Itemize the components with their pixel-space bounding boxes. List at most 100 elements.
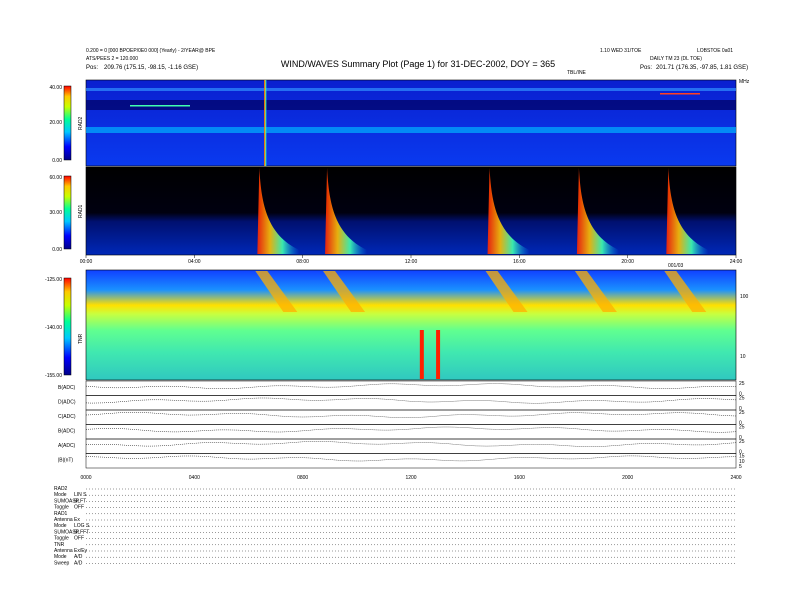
rad2-green-line [130,105,190,107]
plot-title: WIND/WAVES Summary Plot (Page 1) for 31-… [281,59,555,69]
mini-label: TBL/INE [567,70,587,76]
setting-label: Mode [54,492,67,498]
tnr-vertical-event [436,330,441,379]
line-plot-right-tick: 5 [739,464,742,470]
rad1-tick-bottom: 0.00 [52,247,62,253]
line-plot-label: |B|(nT) [58,458,73,464]
x-tick-label-top: 12:00 [405,259,418,265]
setting-label: RAD1 [54,511,68,517]
header-right-pos-value: 201.71 (176.35, -97.85, 1.81 GSE) [656,65,748,71]
setting-value: OFF [74,536,84,542]
line-plot-label: B(ADC) [58,385,76,391]
setting-value: Ex [74,517,80,523]
rad2-spike [264,80,267,166]
line-plot-label: D(ADC) [58,400,76,406]
rad1-tick-mid: 30.00 [49,210,62,216]
x-tick-label-bottom: 2000 [622,475,633,481]
x-tick-label-top: 24:00 [730,259,743,265]
rad1-tick-top: 60.00 [49,175,62,181]
line-plot-frame [85,395,737,411]
setting-label: Sweep [54,560,70,566]
x-tick-label-top: 20:00 [621,259,634,265]
rad1-label: RAD1 [78,204,84,218]
tnr-tick-top: -125.00 [45,277,62,283]
x-tick-label-top: 00:00 [80,259,93,265]
header-right-line2: DAILY TM 23 (DL TOE) [650,56,702,62]
header-right-line1: 1.10 WED 31/TOE [600,48,642,54]
line-plot-frame [85,409,737,425]
x-axis-top: 00:00 04:00 08:00 12:00 16:00 20:00 24:00 [80,255,743,265]
day-label: 001/03 [668,263,684,269]
tnr-label: TNR [78,333,84,344]
setting-value: LOG S [74,523,90,529]
x-tick-label-top: 04:00 [188,259,201,265]
rad2-panel: 40.00 20.00 0.00 RAD2 [49,79,737,167]
line-plot-right-tick: 25 [739,439,745,445]
line-plot-frame [85,424,737,440]
setting-value: OFF [74,505,84,511]
rad2-colorbar [63,85,72,161]
line-plot-trace [85,397,737,404]
setting-label: TNR [54,542,65,548]
summary-plot: WIND/WAVES Summary Plot (Page 1) for 31-… [45,48,750,566]
line-plot-right-tick: 25 [739,381,745,387]
tnr-right-tick-10: 10 [740,354,746,360]
tnr-colorbar [63,277,72,376]
line-plot-label: B(ADC) [58,429,76,435]
setting-label: Antenna [54,517,73,523]
x-axis-bottom: 0000 0400 0800 1200 1600 2000 2400 [80,475,741,481]
line-plot-frame [85,438,737,454]
rad2-red-line [660,93,700,95]
x-tick-label-bottom: 0000 [80,475,91,481]
line-plot-label: C(ADC) [58,414,76,420]
line-plot-right-tick: 25 [739,425,745,431]
line-plot-trace [85,383,737,389]
header-left-line2: ATS/PEES 2 = 120.000 [86,56,138,62]
rad2-tick-bottom: 0.00 [52,158,62,164]
line-plot-label: A(ADC) [58,443,76,449]
x-tick-label-top: 16:00 [513,259,526,265]
line-plots: B(ADC)250D(ADC)250C(ADC)250B(ADC)250A(AD… [58,380,745,470]
line-plot-right-tick: 25 [739,396,745,402]
tnr-tick-bottom: -155.00 [45,373,62,379]
line-plot-frame [85,453,737,469]
rad1-spectrogram [85,166,737,256]
setting-value: A/D [74,554,83,560]
x-tick-label-bottom: 0800 [297,475,308,481]
setting-label: Antenna [54,548,73,554]
x-tick-label-bottom: 2400 [730,475,741,481]
mhz-label: MHz [739,79,750,85]
setting-value: A/D [74,560,83,566]
rad1-panel: 60.00 30.00 0.00 RAD1 [49,166,737,256]
line-plot-frame [85,380,737,396]
settings-block: RAD2Mode LIN SSUMOASPSLFTToggle OFFRAD1Ant… [54,486,736,566]
setting-value: LIN S [74,492,87,498]
rad2-spectrogram [85,79,737,167]
tnr-panel: -125.00 -140.00 -155.00 TNR 100 10 [45,269,749,381]
header-left-pos-label: Pos: [86,65,98,71]
rad2-label: RAD2 [78,116,84,130]
line-plot-trace [85,426,737,433]
tnr-vertical-event [419,330,424,379]
x-tick-label-bottom: 1600 [514,475,525,481]
header-left-pos-value: 209.76 (175.15, -98.15, -1.16 GSE) [104,65,198,71]
line-plot-trace [85,441,737,447]
tnr-tick-mid: -140.00 [45,325,62,331]
line-plot-trace [85,455,737,462]
rad2-tick-top: 40.00 [49,85,62,91]
tnr-spectrogram [85,269,737,381]
header-right-line1b: LOBSTOE 0a01 [697,48,733,54]
setting-value: SLFT [74,498,86,504]
rad2-tick-mid: 20.00 [49,120,62,126]
setting-label: Toggle [54,505,69,511]
setting-label: Mode [54,523,67,529]
line-plot-trace [85,412,737,418]
header-left-line1: 0.200 = 0 [000 BPOEP/0E0 000] (Yearly) -… [86,48,216,54]
rad2-cyan-band [86,127,736,133]
setting-label: Toggle [54,536,69,542]
x-tick-label-bottom: 0400 [189,475,200,481]
setting-value: Ex/Ey [74,548,88,554]
setting-label: RAD2 [54,486,68,492]
header-right-pos-label: Pos: [640,65,652,71]
tnr-right-tick-100: 100 [740,294,749,300]
